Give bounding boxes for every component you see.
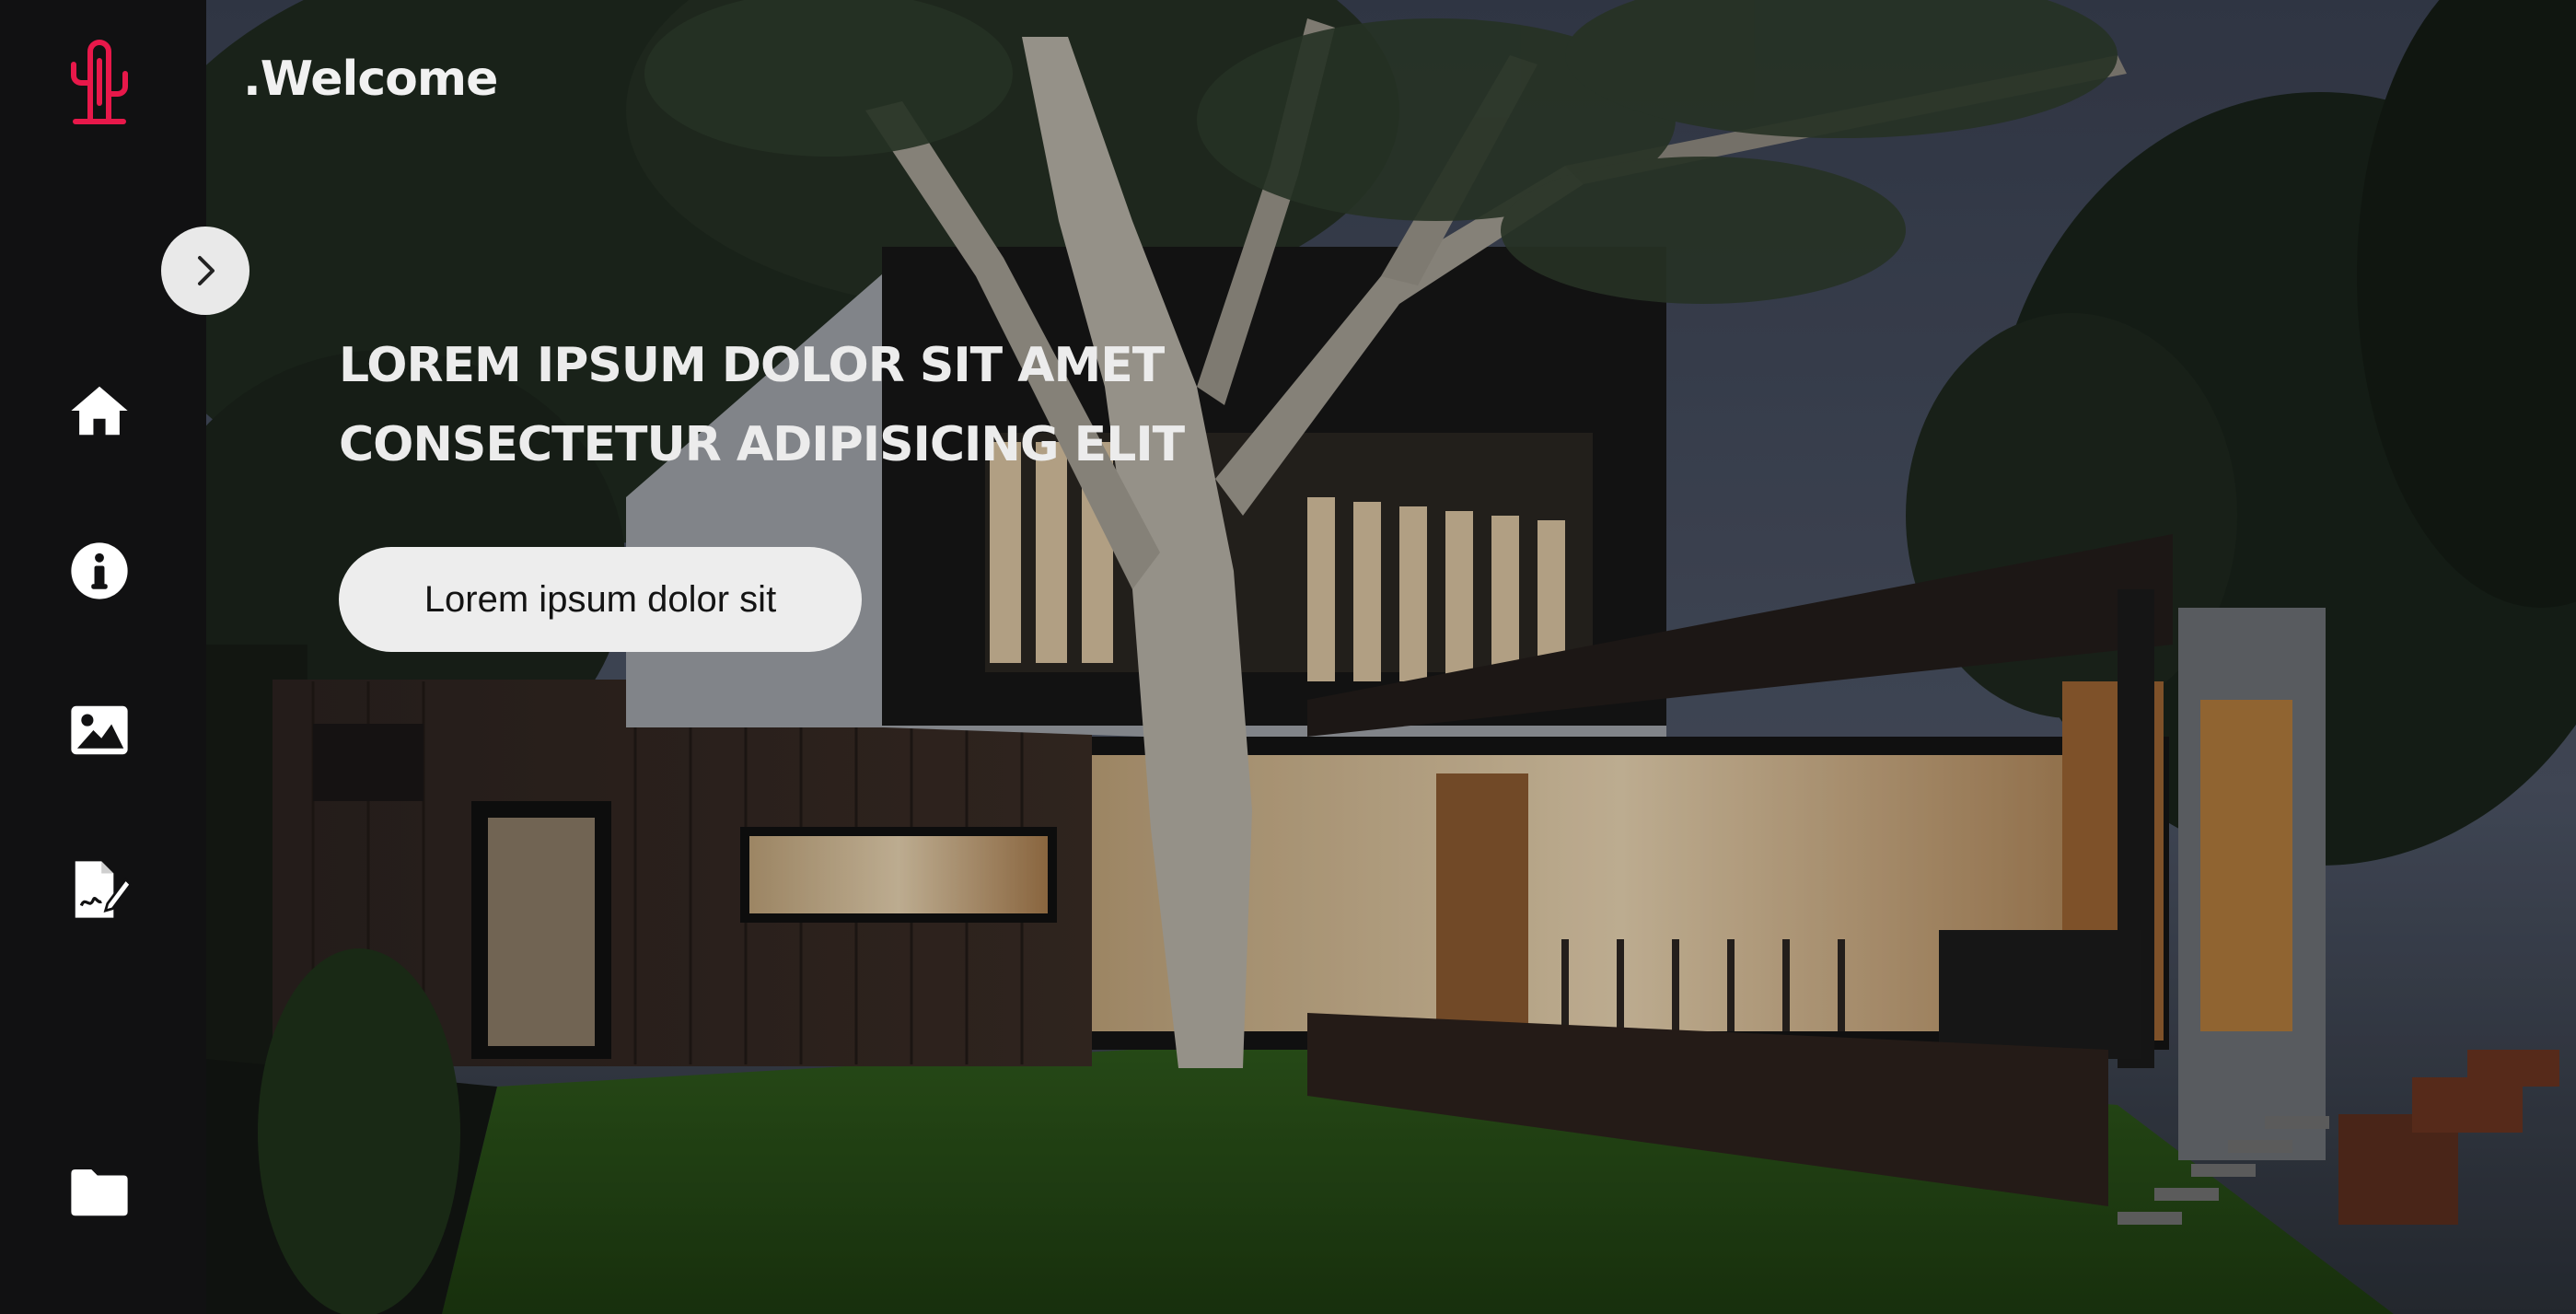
hero-heading: LOREM IPSUM DOLOR SIT AMET CONSECTETUR A… [339, 326, 1444, 484]
signature-document-icon[interactable] [66, 856, 133, 923]
hero-heading-line-1: LOREM IPSUM DOLOR SIT AMET [339, 338, 1165, 393]
folder-icon[interactable] [66, 1158, 133, 1225]
sidebar [0, 0, 206, 1314]
image-icon[interactable] [66, 697, 133, 763]
hero-background-image [0, 0, 2576, 1314]
page-title: .Welcome [243, 52, 498, 107]
hero-cta-button[interactable]: Lorem ipsum dolor sit [339, 547, 862, 652]
cactus-icon[interactable] [63, 39, 136, 127]
chevron-right-icon [198, 256, 215, 285]
page: .Welcome LOREM IPSUM DOLOR SIT AMET CONS… [0, 0, 2576, 1314]
sidebar-toggle-button[interactable] [161, 227, 249, 315]
info-icon[interactable] [66, 538, 133, 604]
hero-heading-line-2: CONSECTETUR ADIPISICING ELIT [339, 417, 1185, 472]
home-icon[interactable] [66, 378, 133, 444]
